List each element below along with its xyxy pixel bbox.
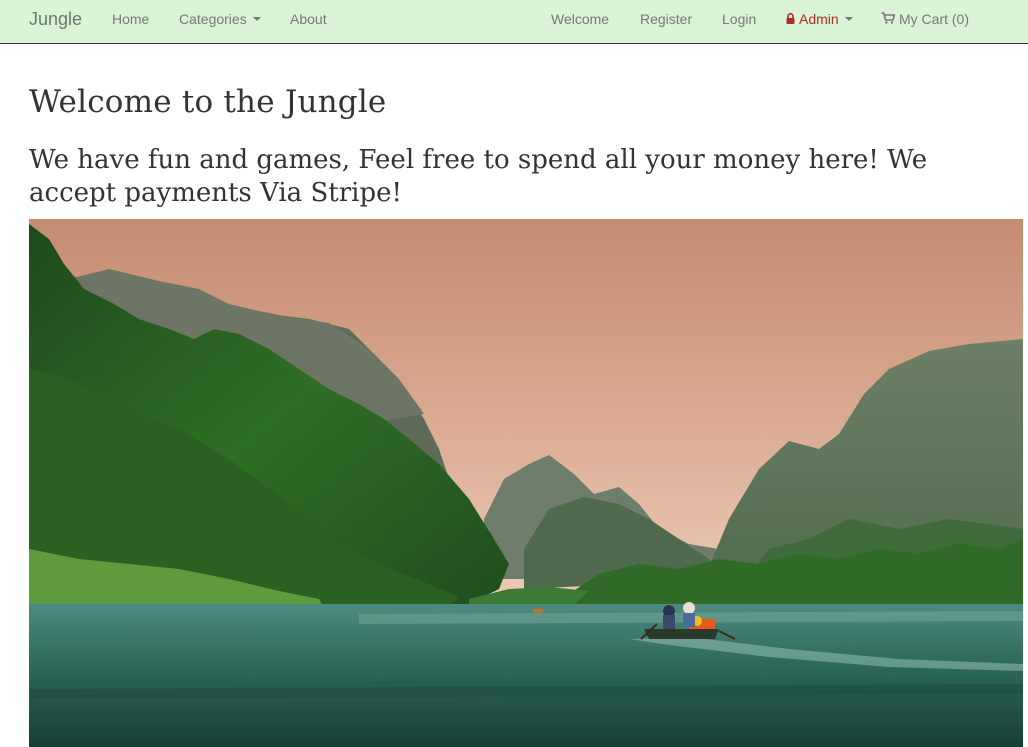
nav-welcome-link[interactable]: Welcome — [551, 0, 609, 44]
nav-admin-dropdown[interactable]: Admin — [786, 0, 853, 44]
nav-categories-label: Categories — [179, 11, 247, 27]
page-title: Welcome to the Jungle — [29, 84, 387, 120]
nav-cart-label: My Cart (0) — [899, 11, 969, 27]
nav-admin-label: Admin — [799, 11, 839, 27]
caret-down-icon — [844, 17, 853, 22]
nav-register-link[interactable]: Register — [640, 0, 692, 44]
caret-down-icon — [252, 17, 261, 22]
nav-login-link[interactable]: Login — [722, 0, 756, 44]
jungle-river-image — [29, 219, 1023, 747]
navbar: Jungle Home Categories About Welcome Reg… — [0, 0, 1028, 44]
page-subtitle: We have fun and games, Feel free to spen… — [29, 145, 928, 208]
nav-categories-dropdown[interactable]: Categories — [179, 0, 261, 44]
nav-about-link[interactable]: About — [290, 0, 327, 44]
lock-icon — [786, 12, 795, 24]
hero-image — [29, 219, 1023, 747]
nav-home-link[interactable]: Home — [112, 0, 149, 44]
nav-cart-link[interactable]: My Cart (0) — [881, 0, 969, 44]
shopping-cart-icon — [881, 12, 895, 24]
brand-link[interactable]: Jungle — [29, 0, 82, 44]
